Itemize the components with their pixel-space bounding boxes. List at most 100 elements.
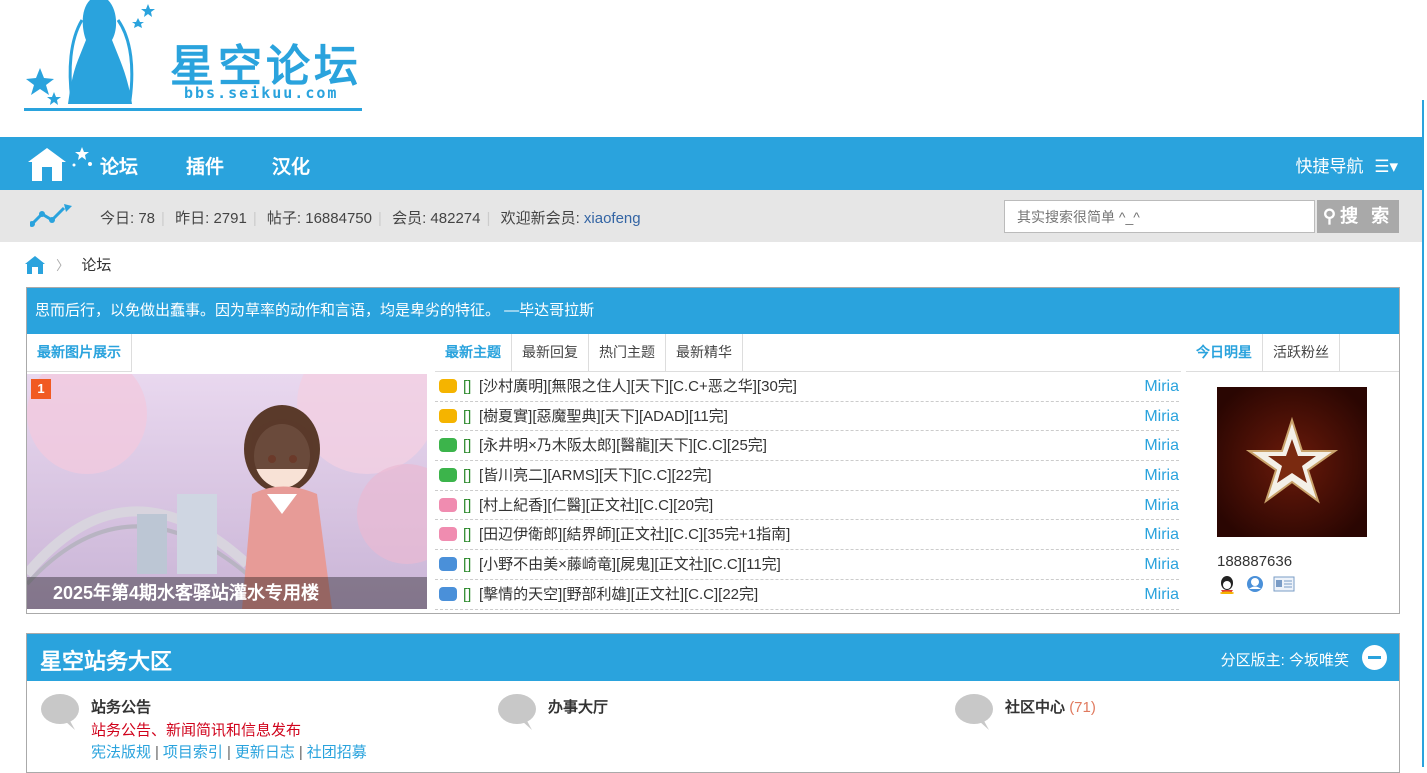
thread-prefix: [] [463,556,472,574]
menu-icon: ☰▾ [1374,157,1398,176]
breadcrumb-current[interactable]: 论坛 [81,257,111,274]
stat-today-label: 今日: [100,210,135,227]
thread-prefix: [] [463,467,472,485]
site-stats: 今日: 78 | 昨日: 2791 | 帖子: 16884750 | 会员: 4822… [100,210,641,227]
forum-sublink[interactable]: 更新日志 [235,744,295,761]
section-header: 星空站务大区 分区版主: 今坂唯笑 [27,634,1399,681]
thread-prefix: [] [463,378,472,395]
thread-title-link[interactable]: [沙村廣明][無限之住人][天下][C.C+恶之华][30完] [479,372,797,401]
forum-item: 办事大厅 [496,690,916,770]
collapse-icon[interactable] [1362,645,1387,670]
tab-today-star[interactable]: 今日明星 [1186,334,1263,371]
thread-author-link[interactable]: Miria [1144,580,1179,609]
tab-latest-digest[interactable]: 最新精华 [666,334,743,371]
tab-latest-threads[interactable]: 最新主题 [435,334,512,371]
anime-girl-image [27,374,427,609]
forum-section: 星空站务大区 分区版主: 今坂唯笑 站务公告 站务公告、新闻简讯和信息发布 宪法… [26,633,1400,773]
nav-item-localization[interactable]: 汉化 [272,152,310,179]
thread-title-link[interactable]: [樹夏實][惡魔聖典][天下][ADAD][11完] [479,402,728,431]
thread-title-link[interactable]: [村上紀香][仁醫][正文社][C.C][20完] [479,491,713,520]
search-button[interactable]: ⚲搜 索 [1317,200,1399,233]
forum-sublink[interactable]: 宪法版规 [91,744,151,761]
thread-row: [] [永井明×乃木阪太郎][醫龍][天下][C.C][25完] Miria [435,431,1179,462]
threads-tabs: 最新主题 最新回复 热门主题 最新精华 [435,334,1181,372]
forum-bubble-icon[interactable] [39,692,81,732]
forum-item: 社区中心 (71) [953,690,1373,770]
forum-bubble-icon[interactable] [496,692,538,732]
thread-author-link[interactable]: Miria [1144,461,1179,490]
featured-image[interactable]: 1 2025年第4期水客驿站灌水专用楼 [27,374,427,609]
tab-latest-replies[interactable]: 最新回复 [512,334,589,371]
tab-active-fans[interactable]: 活跃粉丝 [1263,334,1340,371]
profile-card-icon[interactable] [1273,575,1295,596]
thread-author-link[interactable]: Miria [1144,520,1179,549]
thread-author-link[interactable]: Miria [1144,372,1179,401]
forum-name[interactable]: 社区中心 [1005,699,1065,716]
forum-name[interactable]: 站务公告 [91,696,151,717]
nav-item-forum[interactable]: 论坛 [100,152,138,179]
search-input[interactable] [1004,200,1315,233]
thread-title-link[interactable]: [皆川亮二][ARMS][天下][C.C][22完] [479,461,712,490]
thread-bubble-icon [439,379,457,393]
slide-number: 1 [31,379,51,399]
tab-latest-images[interactable]: 最新图片展示 [27,334,132,371]
thread-author-link[interactable]: Miria [1144,550,1179,579]
stat-yesterday-label: 昨日: [175,210,210,227]
quote-banner: 思而后行，以免做出蠢事。因为草率的动作和言语，均是卑劣的特征。 —毕达哥拉斯 [27,288,1399,334]
latest-images-panel: 最新图片展示 1 2025年第4期水客驿站灌水专用楼 [27,334,429,613]
star-member-name[interactable]: 188887636 [1217,553,1292,570]
thread-prefix: [] [463,437,472,455]
thread-bubble-icon [439,557,457,572]
tab-hot-threads[interactable]: 热门主题 [589,334,666,371]
stat-members-value: 482274 [430,210,481,227]
thread-row: [] [村上紀香][仁醫][正文社][C.C][20完] Miria [435,491,1179,521]
breadcrumb-home-icon[interactable] [24,255,46,275]
thread-list: [] [沙村廣明][無限之住人][天下][C.C+恶之华][30完] Miria [… [435,372,1179,610]
stat-welcome-label: 欢迎新会员: [500,210,580,227]
forum-name[interactable]: 办事大厅 [548,696,608,717]
star-tabs: 今日明星 活跃粉丝 [1186,334,1399,372]
thread-author-link[interactable]: Miria [1144,402,1179,431]
qq-icon[interactable] [1217,574,1237,597]
thread-bubble-icon [439,438,457,453]
quick-nav-button[interactable]: 快捷导航 ☰▾ [1295,152,1398,177]
quick-nav-label: 快捷导航 [1295,157,1364,176]
thread-prefix: [] [463,407,472,425]
forum-bubble-icon[interactable] [953,692,995,732]
thread-author-link[interactable]: Miria [1144,431,1179,460]
image-caption[interactable]: 2025年第4期水客驿站灌水专用楼 [27,577,427,609]
thread-row: [] [擊情的天空][野部利雄][正文社][C.C][22完] Miria [435,580,1179,610]
forum-count: (71) [1069,699,1096,716]
thread-title-link[interactable]: [永井明×乃木阪太郎][醫龍][天下][C.C][25完] [479,431,767,460]
newest-member-link[interactable]: xiaofeng [584,210,641,227]
star-member-panel: 今日明星 活跃粉丝 188887636 [1186,334,1399,613]
forum-sublink[interactable]: 社团招募 [307,744,367,761]
thread-row: [] [田辺伊衛郎][結界師][正文社][C.C][35完+1指南] Miria [435,520,1179,551]
thread-prefix: [] [463,526,472,544]
stat-today-value: 78 [138,210,156,227]
thread-row: [] [皆川亮二][ARMS][天下][C.C][22完] Miria [435,461,1179,491]
stat-yesterday-value: 2791 [213,210,247,227]
forum-item: 站务公告 站务公告、新闻简讯和信息发布 宪法版规 | 项目索引 | 更新日志 | 社团招募 [39,690,459,770]
breadcrumb: 〉 论坛 [24,254,111,276]
thread-row: [] [樹夏實][惡魔聖典][天下][ADAD][11完] Miria [435,402,1179,432]
section-title[interactable]: 星空站务大区 [40,644,172,676]
thread-row: [] [小野不由美×藤崎竜][屍鬼][正文社][C.C][11完] Miria [435,550,1179,580]
avatar[interactable] [1217,387,1367,537]
msn-icon[interactable] [1245,574,1265,597]
thread-title-link[interactable]: [田辺伊衛郎][結界師][正文社][C.C][35完+1指南] [479,520,790,549]
thread-bubble-icon [439,408,457,423]
portal-box: 思而后行，以免做出蠢事。因为草率的动作和言语，均是卑劣的特征。 —毕达哥拉斯 最… [26,287,1400,614]
home-icon[interactable] [26,145,98,183]
nav-item-plugins[interactable]: 插件 [186,152,224,179]
thread-author-link[interactable]: Miria [1144,491,1179,520]
thread-prefix: [] [463,496,472,514]
logo-underline [24,108,362,111]
forum-sublink[interactable]: 项目索引 [163,744,223,761]
threads-panel: 最新主题 最新回复 热门主题 最新精华 [] [沙村廣明][無限之住人][天下][… [435,334,1181,613]
forum-sublinks: 宪法版规 | 项目索引 | 更新日志 | 社团招募 [91,744,367,761]
thread-title-link[interactable]: [小野不由美×藤崎竜][屍鬼][正文社][C.C][11完] [479,550,781,579]
thread-title-link[interactable]: [擊情的天空][野部利雄][正文社][C.C][22完] [479,580,758,609]
logo-mascot-icon[interactable] [20,0,170,112]
breadcrumb-separator-icon: 〉 [56,258,70,273]
